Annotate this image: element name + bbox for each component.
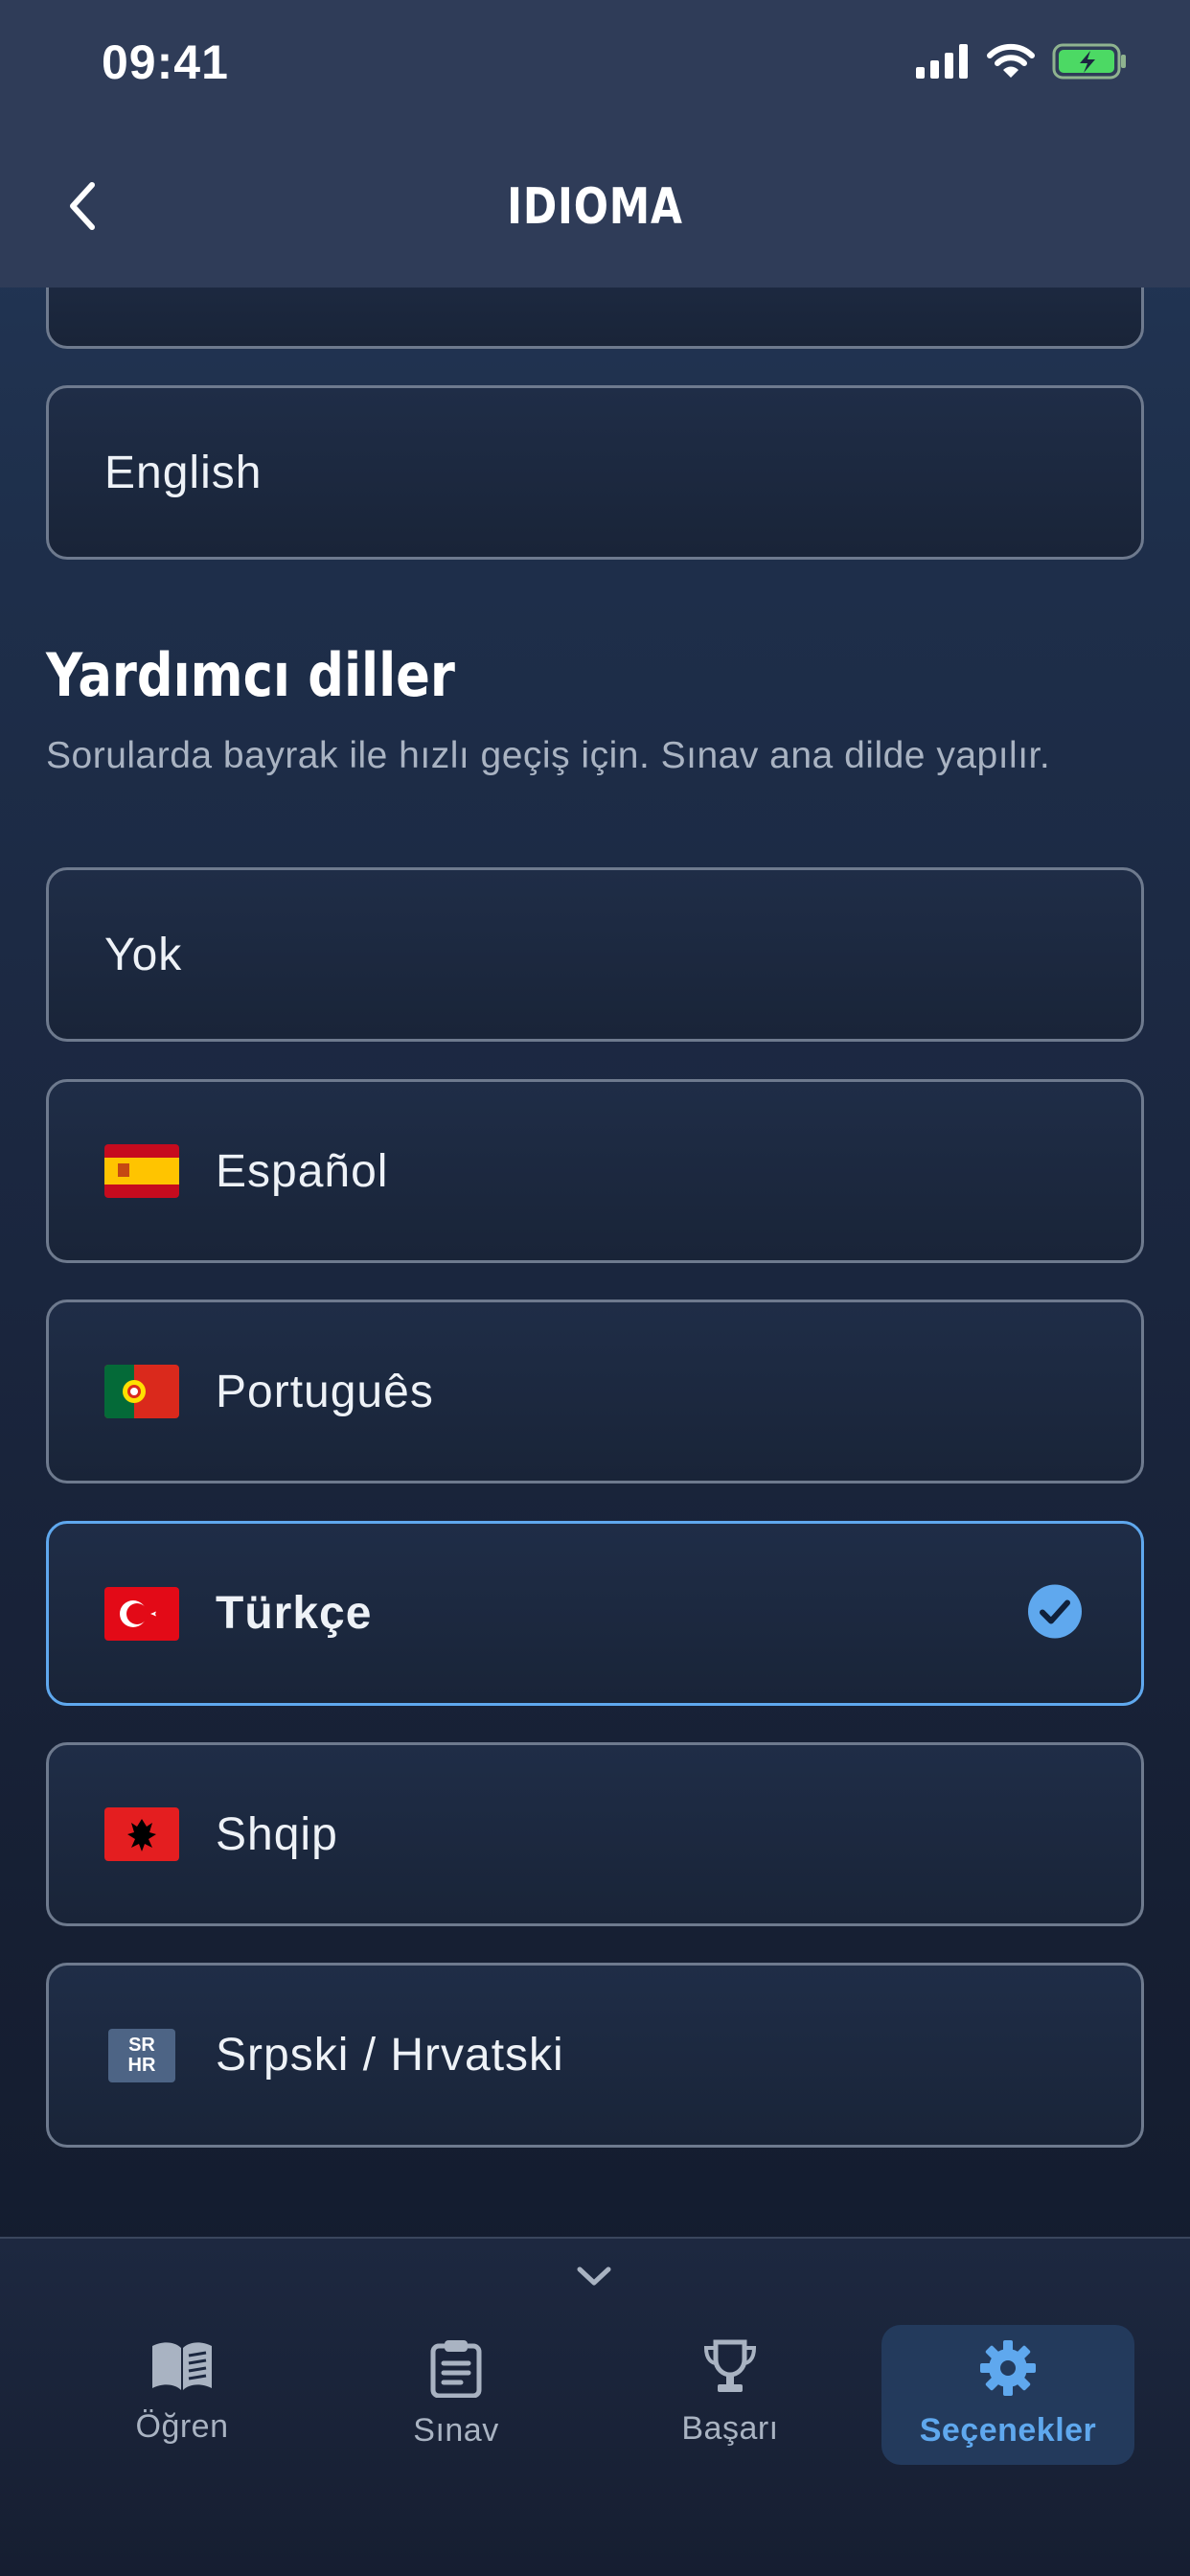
trophy-icon [700,2338,760,2401]
tab-label: Başarı [681,2410,779,2447]
tab-label: Seçenekler [919,2412,1097,2449]
chevron-down-icon[interactable] [575,2264,613,2293]
option-label: Español [216,1145,389,1197]
primary-language-option[interactable]: English [46,385,1144,560]
badge-line-2: HR [127,2054,156,2076]
cellular-signal-icon [916,44,970,83]
helper-option-serbo-croatian[interactable]: SR HR Srpski / Hrvatski [46,1963,1144,2148]
option-label: Shqip [216,1808,338,1860]
wifi-icon [987,43,1035,84]
option-label: English [104,447,263,498]
spain-flag-icon [104,1144,179,1198]
option-label: Srpski / Hrvatski [216,2030,564,2081]
option-label: Türkçe [216,1588,373,1639]
section-description: Sorularda bayrak ile hızlı geçiş için. S… [46,735,1051,776]
helper-option-none[interactable]: Yok [46,867,1144,1042]
book-icon [149,2338,216,2399]
helper-option-albanian[interactable]: Shqip [46,1742,1144,1926]
top-header: 09:41 IDIOMA [0,0,1190,288]
section-title: Yardımcı diller [46,640,455,710]
status-time: 09:41 [102,35,229,89]
battery-icon [1052,42,1129,85]
tab-learn[interactable]: Öğren [56,2325,309,2465]
portugal-flag-icon [104,1365,179,1418]
tab-achievements[interactable]: Başarı [604,2325,857,2465]
page-title: IDIOMA [507,178,683,236]
chevron-left-icon [70,182,95,230]
tab-settings[interactable]: Seçenekler [881,2325,1134,2465]
gear-icon [978,2338,1038,2403]
helper-option-turkish[interactable]: Türkçe [46,1521,1144,1706]
back-button[interactable] [54,168,111,244]
helper-option-portuguese[interactable]: Português [46,1300,1144,1484]
turkey-flag-icon [104,1586,179,1641]
albania-flag-icon [104,1807,179,1861]
badge-line-1: SR [128,2034,155,2056]
sr-hr-badge: SR HR [108,2028,175,2082]
status-icons [916,42,1129,85]
helper-option-spanish[interactable]: Español [46,1079,1144,1263]
tab-exam[interactable]: Sınav [330,2325,583,2465]
tab-label: Sınav [413,2412,499,2449]
check-icon [1028,1584,1082,1643]
clipboard-icon [428,2338,484,2403]
option-label: Yok [104,929,183,980]
bottom-tab-bar: Öğren Sınav Başarı Seçenekler [0,2237,1190,2576]
option-label: Português [216,1366,434,1417]
tab-label: Öğren [135,2408,229,2445]
